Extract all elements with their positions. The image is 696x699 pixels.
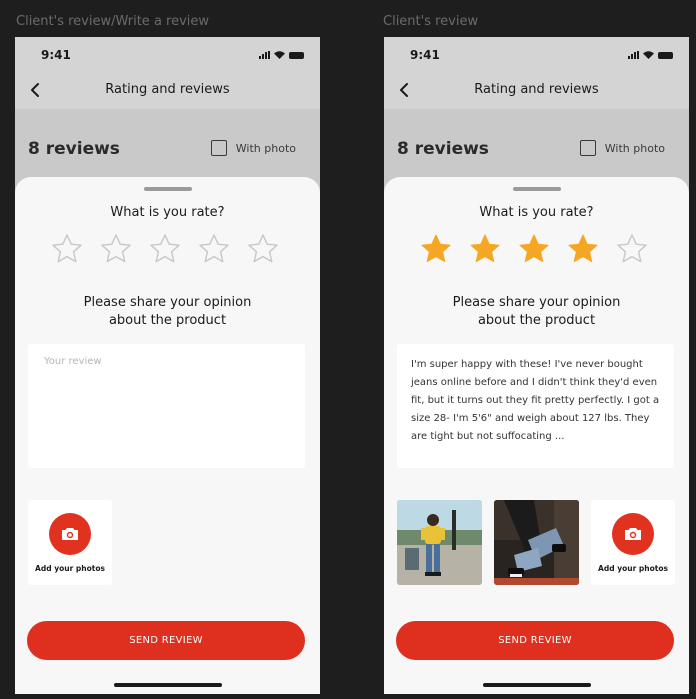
phone-screen-empty-review: 9:41 Rating and reviews 8 reviews With p… [15, 37, 320, 694]
camera-icon [62, 528, 78, 540]
send-review-button[interactable]: SEND REVIEW [27, 621, 305, 660]
status-time: 9:41 [410, 48, 440, 62]
opinion-line-2: about the product [477, 313, 596, 328]
add-photos-button[interactable]: Add your photos [28, 500, 112, 585]
wifi-icon [274, 51, 285, 59]
camera-button[interactable] [612, 513, 654, 555]
frame-label-write-review: Client's review/Write a review [16, 14, 210, 29]
frame-label-client-review: Client's review [383, 14, 479, 29]
star-rating[interactable] [51, 233, 279, 265]
battery-icon [658, 51, 673, 59]
star-filled-icon[interactable] [420, 233, 452, 265]
photo-girl-yellow-top [397, 500, 482, 585]
signal-icon [259, 51, 270, 59]
write-review-sheet: What is you rate? Please share your opin… [15, 177, 320, 694]
photos-row: Add your photos [28, 500, 112, 585]
with-photo-checkbox[interactable] [579, 140, 596, 156]
sheet-drag-handle[interactable] [143, 187, 192, 191]
nav-bar: Rating and reviews [15, 75, 320, 109]
opinion-prompt: Please share your opinion about the prod… [15, 294, 320, 330]
star-filled-icon[interactable] [518, 233, 550, 265]
status-bar: 9:41 [15, 37, 320, 75]
camera-icon [625, 528, 641, 540]
phone-screen-filled-review: 9:41 Rating and reviews 8 reviews With p… [384, 37, 689, 694]
star-outline-icon[interactable] [51, 233, 83, 265]
star-outline-icon[interactable] [247, 233, 279, 265]
review-photo-1[interactable] [397, 500, 482, 585]
signal-icon [628, 51, 639, 59]
review-photo-2[interactable] [494, 500, 579, 585]
opinion-prompt: Please share your opinion about the prod… [384, 294, 689, 330]
rate-question: What is you rate? [479, 205, 594, 220]
sheet-drag-handle[interactable] [512, 187, 561, 191]
home-indicator [482, 683, 591, 687]
star-outline-icon[interactable] [100, 233, 132, 265]
star-outline-icon[interactable] [616, 233, 648, 265]
reviews-list-header: 8 reviews With photo [384, 109, 689, 179]
nav-bar: Rating and reviews [384, 75, 689, 109]
send-review-button[interactable]: SEND REVIEW [396, 621, 674, 660]
photo-jeans-closeup [494, 500, 579, 585]
add-photos-button[interactable]: Add your photos [591, 500, 675, 585]
with-photo-label: With photo [604, 141, 665, 155]
camera-button[interactable] [49, 513, 91, 555]
status-icons [628, 51, 673, 59]
star-filled-icon[interactable] [567, 233, 599, 265]
reviews-count: 8 reviews [397, 139, 489, 159]
page-title: Rating and reviews [105, 82, 230, 97]
star-rating[interactable] [420, 233, 648, 265]
opinion-line-2: about the product [108, 313, 227, 328]
add-photos-label: Add your photos [35, 564, 105, 573]
star-filled-icon[interactable] [469, 233, 501, 265]
review-textarea[interactable]: I'm super happy with these! I've never b… [397, 344, 674, 468]
status-icons [259, 51, 304, 59]
with-photo-filter[interactable]: With photo [579, 140, 665, 156]
star-outline-icon[interactable] [149, 233, 181, 265]
status-bar: 9:41 [384, 37, 689, 75]
photos-row: Add your photos [397, 500, 675, 585]
reviews-count: 8 reviews [28, 139, 120, 159]
battery-icon [289, 51, 304, 59]
opinion-line-1: Please share your opinion [452, 295, 621, 310]
with-photo-checkbox[interactable] [210, 140, 227, 156]
opinion-line-1: Please share your opinion [83, 295, 252, 310]
write-review-sheet: What is you rate? Please share your opin… [384, 177, 689, 694]
home-indicator [113, 683, 222, 687]
star-outline-icon[interactable] [198, 233, 230, 265]
review-text: I'm super happy with these! I've never b… [411, 359, 660, 442]
page-title: Rating and reviews [474, 82, 599, 97]
status-time: 9:41 [41, 48, 71, 62]
wifi-icon [643, 51, 654, 59]
review-textarea[interactable]: Your review [28, 344, 305, 468]
rate-question: What is you rate? [110, 205, 225, 220]
with-photo-label: With photo [235, 141, 296, 155]
review-placeholder: Your review [44, 356, 102, 367]
with-photo-filter[interactable]: With photo [210, 140, 296, 156]
add-photos-label: Add your photos [598, 564, 668, 573]
reviews-list-header: 8 reviews With photo [15, 109, 320, 179]
